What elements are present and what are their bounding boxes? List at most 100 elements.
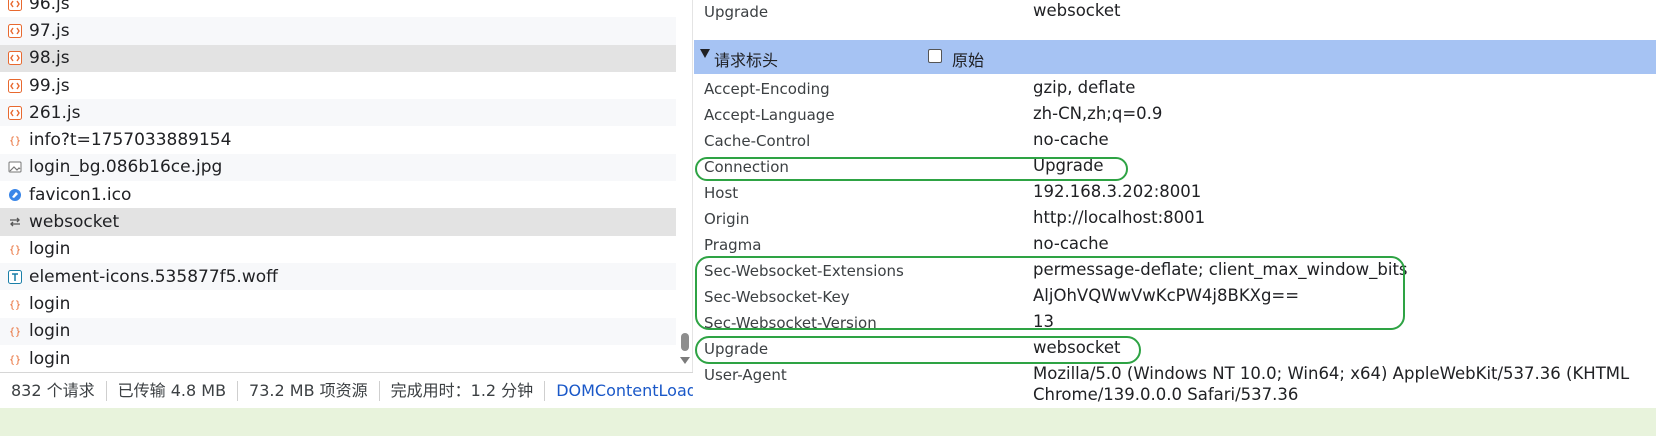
raw-label: 原始	[952, 51, 985, 70]
fetch-icon: {}	[8, 324, 22, 338]
request-name: element-icons.535877f5.woff	[29, 266, 278, 287]
script-icon	[8, 78, 22, 93]
request-name: login	[29, 321, 71, 342]
response-header-row: Upgrade websocket	[694, 0, 1656, 26]
request-header-row: Accept-Encoding gzip, deflate	[694, 77, 1656, 103]
request-header-row: Sec-Websocket-Extensions permessage-defl…	[694, 259, 1656, 285]
request-header-row: Origin http://localhost:8001	[694, 207, 1656, 233]
request-name: info?t=1757033889154	[29, 130, 232, 151]
request-row[interactable]: {} login	[0, 236, 676, 263]
request-row[interactable]: 96.js	[0, 0, 676, 17]
request-header-row-continued: Chrome/139.0.0.0 Safari/537.36	[694, 384, 1656, 408]
header-name: Connection	[704, 158, 789, 176]
header-name: Pragma	[704, 236, 762, 254]
websocket-icon	[8, 215, 22, 229]
request-list-scrollbar[interactable]	[678, 0, 692, 372]
header-name: Upgrade	[704, 3, 769, 21]
scroll-down-arrow-icon[interactable]	[680, 357, 690, 364]
resources-size: 73.2 MB 项资源	[238, 380, 380, 401]
header-value: websocket	[1033, 338, 1121, 357]
header-name: Sec-Websocket-Extensions	[704, 262, 904, 280]
header-value: 192.168.3.202:8001	[1033, 182, 1202, 201]
request-row[interactable]: element-icons.535877f5.woff	[0, 262, 676, 291]
transferred-size: 已传输 4.8 MB	[107, 380, 239, 401]
fetch-icon: {}	[8, 242, 22, 256]
request-header-row: Upgrade websocket	[694, 337, 1656, 363]
request-name: login	[29, 239, 71, 260]
header-value: websocket	[1033, 1, 1121, 20]
script-icon	[8, 51, 22, 66]
header-value: Mozilla/5.0 (Windows NT 10.0; Win64; x64…	[1033, 364, 1630, 383]
header-value: gzip, deflate	[1033, 78, 1136, 97]
header-name: Host	[704, 184, 739, 202]
request-row[interactable]: login_bg.086b16ce.jpg	[0, 153, 676, 182]
request-header-row: Accept-Language zh-CN,zh;q=0.9	[694, 103, 1656, 129]
image-icon	[8, 160, 22, 174]
favicon-icon	[8, 188, 22, 202]
domcontentloaded-link[interactable]: DOMContentLoaded	[545, 381, 693, 401]
request-name: login	[29, 348, 71, 369]
svg-text:{}: {}	[9, 136, 21, 147]
header-name: Cache-Control	[704, 132, 811, 150]
svg-text:{}: {}	[9, 245, 21, 256]
headers-panel: Upgrade websocket 请求标头 原始 Accept-Encodin…	[694, 0, 1656, 408]
expand-triangle-icon[interactable]	[700, 49, 710, 58]
header-value: Chrome/139.0.0.0 Safari/537.36	[1033, 385, 1299, 404]
request-name: 99.js	[29, 75, 70, 96]
request-list: 96.js 97.js 98.js 99.js 261.js {} info?t…	[0, 0, 676, 372]
request-name: login	[29, 293, 71, 314]
header-name: Accept-Language	[704, 106, 835, 124]
request-name: 261.js	[29, 102, 81, 123]
request-row[interactable]: {} login	[0, 345, 676, 372]
request-header-row: Sec-Websocket-Version 13	[694, 311, 1656, 337]
header-value: no-cache	[1033, 130, 1109, 149]
request-header-row: Connection Upgrade	[694, 155, 1656, 181]
fetch-icon: {}	[8, 352, 22, 366]
scrollbar-thumb[interactable]	[681, 333, 689, 351]
header-value: AljOhVQWwVwKcPW4j8BKXg==	[1033, 286, 1300, 305]
request-row[interactable]: {} login	[0, 290, 676, 317]
script-icon	[8, 0, 22, 11]
request-count: 832 个请求	[0, 380, 107, 401]
header-name: Upgrade	[704, 340, 769, 358]
finish-time: 完成用时：1.2 分钟	[380, 380, 546, 401]
header-name: Sec-Websocket-Version	[704, 314, 877, 332]
header-value: 13	[1033, 312, 1054, 331]
header-name: Sec-Websocket-Key	[704, 288, 850, 306]
header-value: no-cache	[1033, 234, 1109, 253]
request-row[interactable]: 97.js	[0, 17, 676, 45]
request-row[interactable]: {} info?t=1757033889154	[0, 126, 676, 153]
request-row-selected[interactable]: websocket	[0, 208, 676, 236]
request-row[interactable]: {} login	[0, 317, 676, 345]
header-value: permessage-deflate; client_max_window_bi…	[1033, 260, 1408, 279]
section-title: 请求标头	[714, 51, 779, 70]
svg-text:{}: {}	[9, 300, 21, 311]
request-headers-section[interactable]: 请求标头 原始	[694, 40, 1656, 74]
header-name: Accept-Encoding	[704, 80, 830, 98]
fetch-icon: {}	[8, 133, 22, 147]
font-icon	[8, 269, 22, 284]
svg-text:{}: {}	[9, 355, 21, 366]
request-row[interactable]: 261.js	[0, 99, 676, 127]
header-value: http://localhost:8001	[1033, 208, 1206, 227]
request-row[interactable]: 98.js	[0, 44, 676, 72]
request-header-row: Sec-Websocket-Key AljOhVQWwVwKcPW4j8BKXg…	[694, 285, 1656, 311]
request-header-row: Cache-Control no-cache	[694, 129, 1656, 155]
header-value: Upgrade	[1033, 156, 1104, 175]
request-name: 98.js	[29, 48, 70, 69]
request-name: favicon1.ico	[29, 184, 132, 205]
bottom-strip	[0, 408, 1656, 436]
request-row[interactable]: 99.js	[0, 72, 676, 99]
request-name: 96.js	[29, 0, 70, 14]
header-value: zh-CN,zh;q=0.9	[1033, 104, 1163, 123]
raw-checkbox[interactable]	[928, 49, 942, 63]
request-header-row: Host 192.168.3.202:8001	[694, 181, 1656, 207]
svg-text:{}: {}	[9, 327, 21, 338]
script-icon	[8, 23, 22, 38]
fetch-icon: {}	[8, 297, 22, 311]
request-name: websocket	[29, 212, 120, 233]
request-row[interactable]: favicon1.ico	[0, 181, 676, 208]
request-header-row: Pragma no-cache	[694, 233, 1656, 259]
header-name: User-Agent	[704, 366, 787, 384]
request-name: login_bg.086b16ce.jpg	[29, 157, 223, 178]
